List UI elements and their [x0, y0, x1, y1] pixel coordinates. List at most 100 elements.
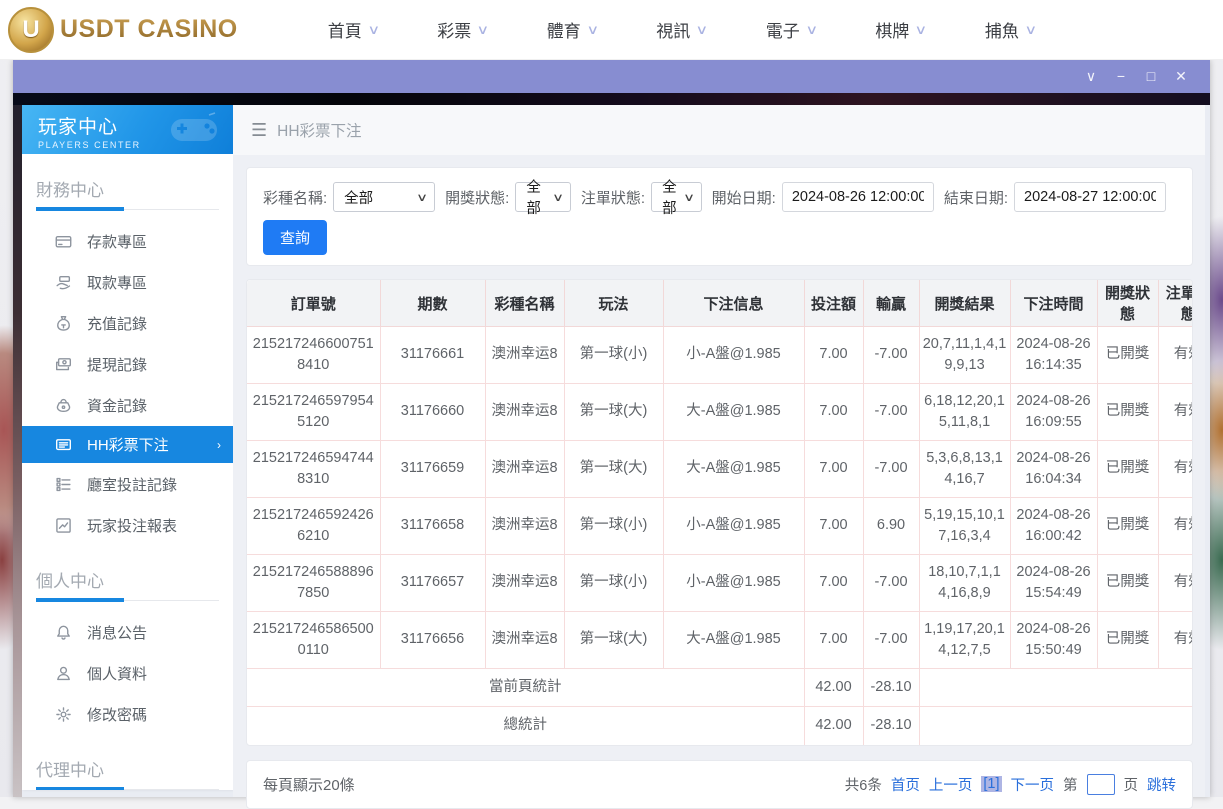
- search-button[interactable]: 查詢: [263, 220, 327, 255]
- summary-row: 總統計42.00-28.10: [247, 707, 1193, 745]
- current-page-indicator: [1]: [981, 776, 1001, 792]
- sidebar-section-title: 財務中心: [36, 176, 219, 210]
- sidebar-item[interactable]: 資金記錄: [22, 385, 233, 425]
- table-row: 215217246586500011031176656澳洲幸运8第一球(大)大-…: [247, 612, 1193, 669]
- jump-button[interactable]: 跳转: [1147, 774, 1176, 795]
- nav-item-7[interactable]: 捕魚∨: [985, 17, 1036, 42]
- table-cell: -7.00: [863, 441, 919, 498]
- chevron-down-icon: ∨: [367, 22, 380, 38]
- bets-table-panel: 訂單號期數彩種名稱玩法下注信息投注額輸贏開獎結果下注時間開獎狀態注單狀態 215…: [246, 279, 1193, 746]
- sidebar-item[interactable]: 個人資料: [22, 653, 233, 693]
- sidebar-section-title: 個人中心: [36, 567, 219, 601]
- chevron-down-icon: ∨: [805, 22, 818, 38]
- logo-text: USDT CASINO: [60, 15, 238, 44]
- table-cell: 31176661: [380, 327, 485, 384]
- moneybag-icon: [55, 315, 72, 332]
- table-cell: 7.00: [804, 384, 863, 441]
- table-cell: 已開獎: [1097, 384, 1158, 441]
- order-status-select[interactable]: 全部∨: [651, 182, 702, 212]
- column-header: 開獎結果: [919, 280, 1010, 327]
- table-cell: -7.00: [863, 612, 919, 669]
- sidebar-item[interactable]: 取款專區: [22, 262, 233, 302]
- table-cell: 2152172465979545120: [247, 384, 380, 441]
- column-header: 輸贏: [863, 280, 919, 327]
- draw-status-select[interactable]: 全部∨: [515, 182, 571, 212]
- table-cell: 2024-08-26 16:04:34: [1010, 441, 1097, 498]
- sidebar-item-label: 修改密碼: [87, 704, 147, 725]
- table-cell: 2152172465924266210: [247, 498, 380, 555]
- table-cell: 澳洲幸运8: [485, 384, 564, 441]
- sidebar-item[interactable]: 充值記錄: [22, 303, 233, 343]
- table-cell: 已開獎: [1097, 498, 1158, 555]
- main-content: ☰ HH彩票下注 彩種名稱: 全部∨ 開獎狀態: 全部∨ 注單狀: [233, 105, 1205, 797]
- site-logo[interactable]: U USDT CASINO: [8, 7, 238, 53]
- page-title: HH彩票下注: [277, 119, 361, 141]
- sidebar-item-label: 提現記錄: [87, 354, 147, 375]
- table-cell: 31176657: [380, 555, 485, 612]
- sidebar-item[interactable]: 消息公告: [22, 612, 233, 652]
- table-cell: 小-A盤@1.985: [663, 327, 804, 384]
- logo-letter: U: [22, 16, 39, 44]
- table-cell: 有效: [1158, 612, 1193, 669]
- window-minimize-button[interactable]: −: [1106, 60, 1136, 93]
- nav-item-2[interactable]: 彩票∨: [437, 17, 488, 42]
- summary-winloss-total: -28.10: [863, 707, 919, 745]
- table-cell: 有效: [1158, 441, 1193, 498]
- prev-page-link[interactable]: 上一页: [929, 774, 973, 795]
- logo-coin-icon: U: [8, 7, 54, 53]
- end-date-label: 結束日期:: [944, 187, 1008, 208]
- nav-item-4[interactable]: 視訊∨: [656, 17, 707, 42]
- table-cell: 6.90: [863, 498, 919, 555]
- nav-item-3[interactable]: 體育∨: [547, 17, 598, 42]
- end-date-input[interactable]: [1014, 182, 1166, 212]
- window-collapse-button[interactable]: ∨: [1076, 60, 1106, 93]
- per-page-text: 每頁顯示20條: [263, 774, 355, 795]
- report-icon: [55, 517, 72, 534]
- next-page-link[interactable]: 下一页: [1011, 774, 1055, 795]
- table-cell: 31176660: [380, 384, 485, 441]
- summary-label: 當前頁統計: [247, 669, 804, 707]
- column-header: 注單狀態: [1158, 280, 1193, 327]
- table-cell: 2024-08-26 15:50:49: [1010, 612, 1097, 669]
- ticket-icon: [55, 436, 72, 453]
- nav-item-5[interactable]: 電子∨: [766, 17, 817, 42]
- lottery-name-select[interactable]: 全部∨: [333, 182, 435, 212]
- table-cell: 澳洲幸运8: [485, 327, 564, 384]
- sidebar-item-label: 廳室投註記錄: [87, 474, 177, 495]
- window-close-button[interactable]: ✕: [1166, 60, 1196, 93]
- table-row: 215217246600751841031176661澳洲幸运8第一球(小)小-…: [247, 327, 1193, 384]
- filter-panel: 彩種名稱: 全部∨ 開獎狀態: 全部∨ 注單狀態: 全部∨ 開始日期:: [246, 167, 1193, 266]
- summary-empty: [919, 669, 1193, 707]
- start-date-input[interactable]: [782, 182, 934, 212]
- nav-item-label: 捕魚: [985, 17, 1019, 42]
- sidebar-item[interactable]: 玩家投注報表: [22, 505, 233, 545]
- menu-toggle-icon[interactable]: ☰: [251, 120, 267, 141]
- sidebar-section-title: 代理中心: [36, 756, 219, 790]
- first-page-link[interactable]: 首页: [891, 774, 920, 795]
- table-cell: 20,7,11,1,4,19,9,13: [919, 327, 1010, 384]
- table-cell: 5,19,15,10,17,16,3,4: [919, 498, 1010, 555]
- window-titlebar[interactable]: ∨ − □ ✕: [13, 60, 1210, 93]
- chevron-down-icon: ∨: [586, 22, 599, 38]
- nav-item-6[interactable]: 棋牌∨: [875, 17, 926, 42]
- column-header: 投注額: [804, 280, 863, 327]
- sidebar-item[interactable]: 提現記錄: [22, 344, 233, 384]
- sidebar-item[interactable]: 存款專區: [22, 221, 233, 261]
- jump-page-input[interactable]: [1087, 774, 1115, 795]
- sidebar-item-label: 充值記錄: [87, 313, 147, 334]
- window-maximize-button[interactable]: □: [1136, 60, 1166, 93]
- sidebar-item-label: HH彩票下注: [87, 434, 169, 455]
- window-banner-strip: [13, 93, 1210, 105]
- sidebar-item[interactable]: 廳室投註記錄: [22, 464, 233, 504]
- banknote-icon: [55, 356, 72, 373]
- start-date-label: 開始日期:: [712, 187, 776, 208]
- table-cell: 7.00: [804, 441, 863, 498]
- table-cell: 7.00: [804, 498, 863, 555]
- table-cell: 大-A盤@1.985: [663, 612, 804, 669]
- total-count-text: 共6条: [845, 774, 882, 795]
- deposit-card-icon: [55, 233, 72, 250]
- summary-bet-total: 42.00: [804, 707, 863, 745]
- sidebar-item[interactable]: 修改密碼: [22, 694, 233, 734]
- sidebar-item[interactable]: HH彩票下注›: [22, 426, 233, 463]
- nav-item-1[interactable]: 首頁∨: [328, 17, 379, 42]
